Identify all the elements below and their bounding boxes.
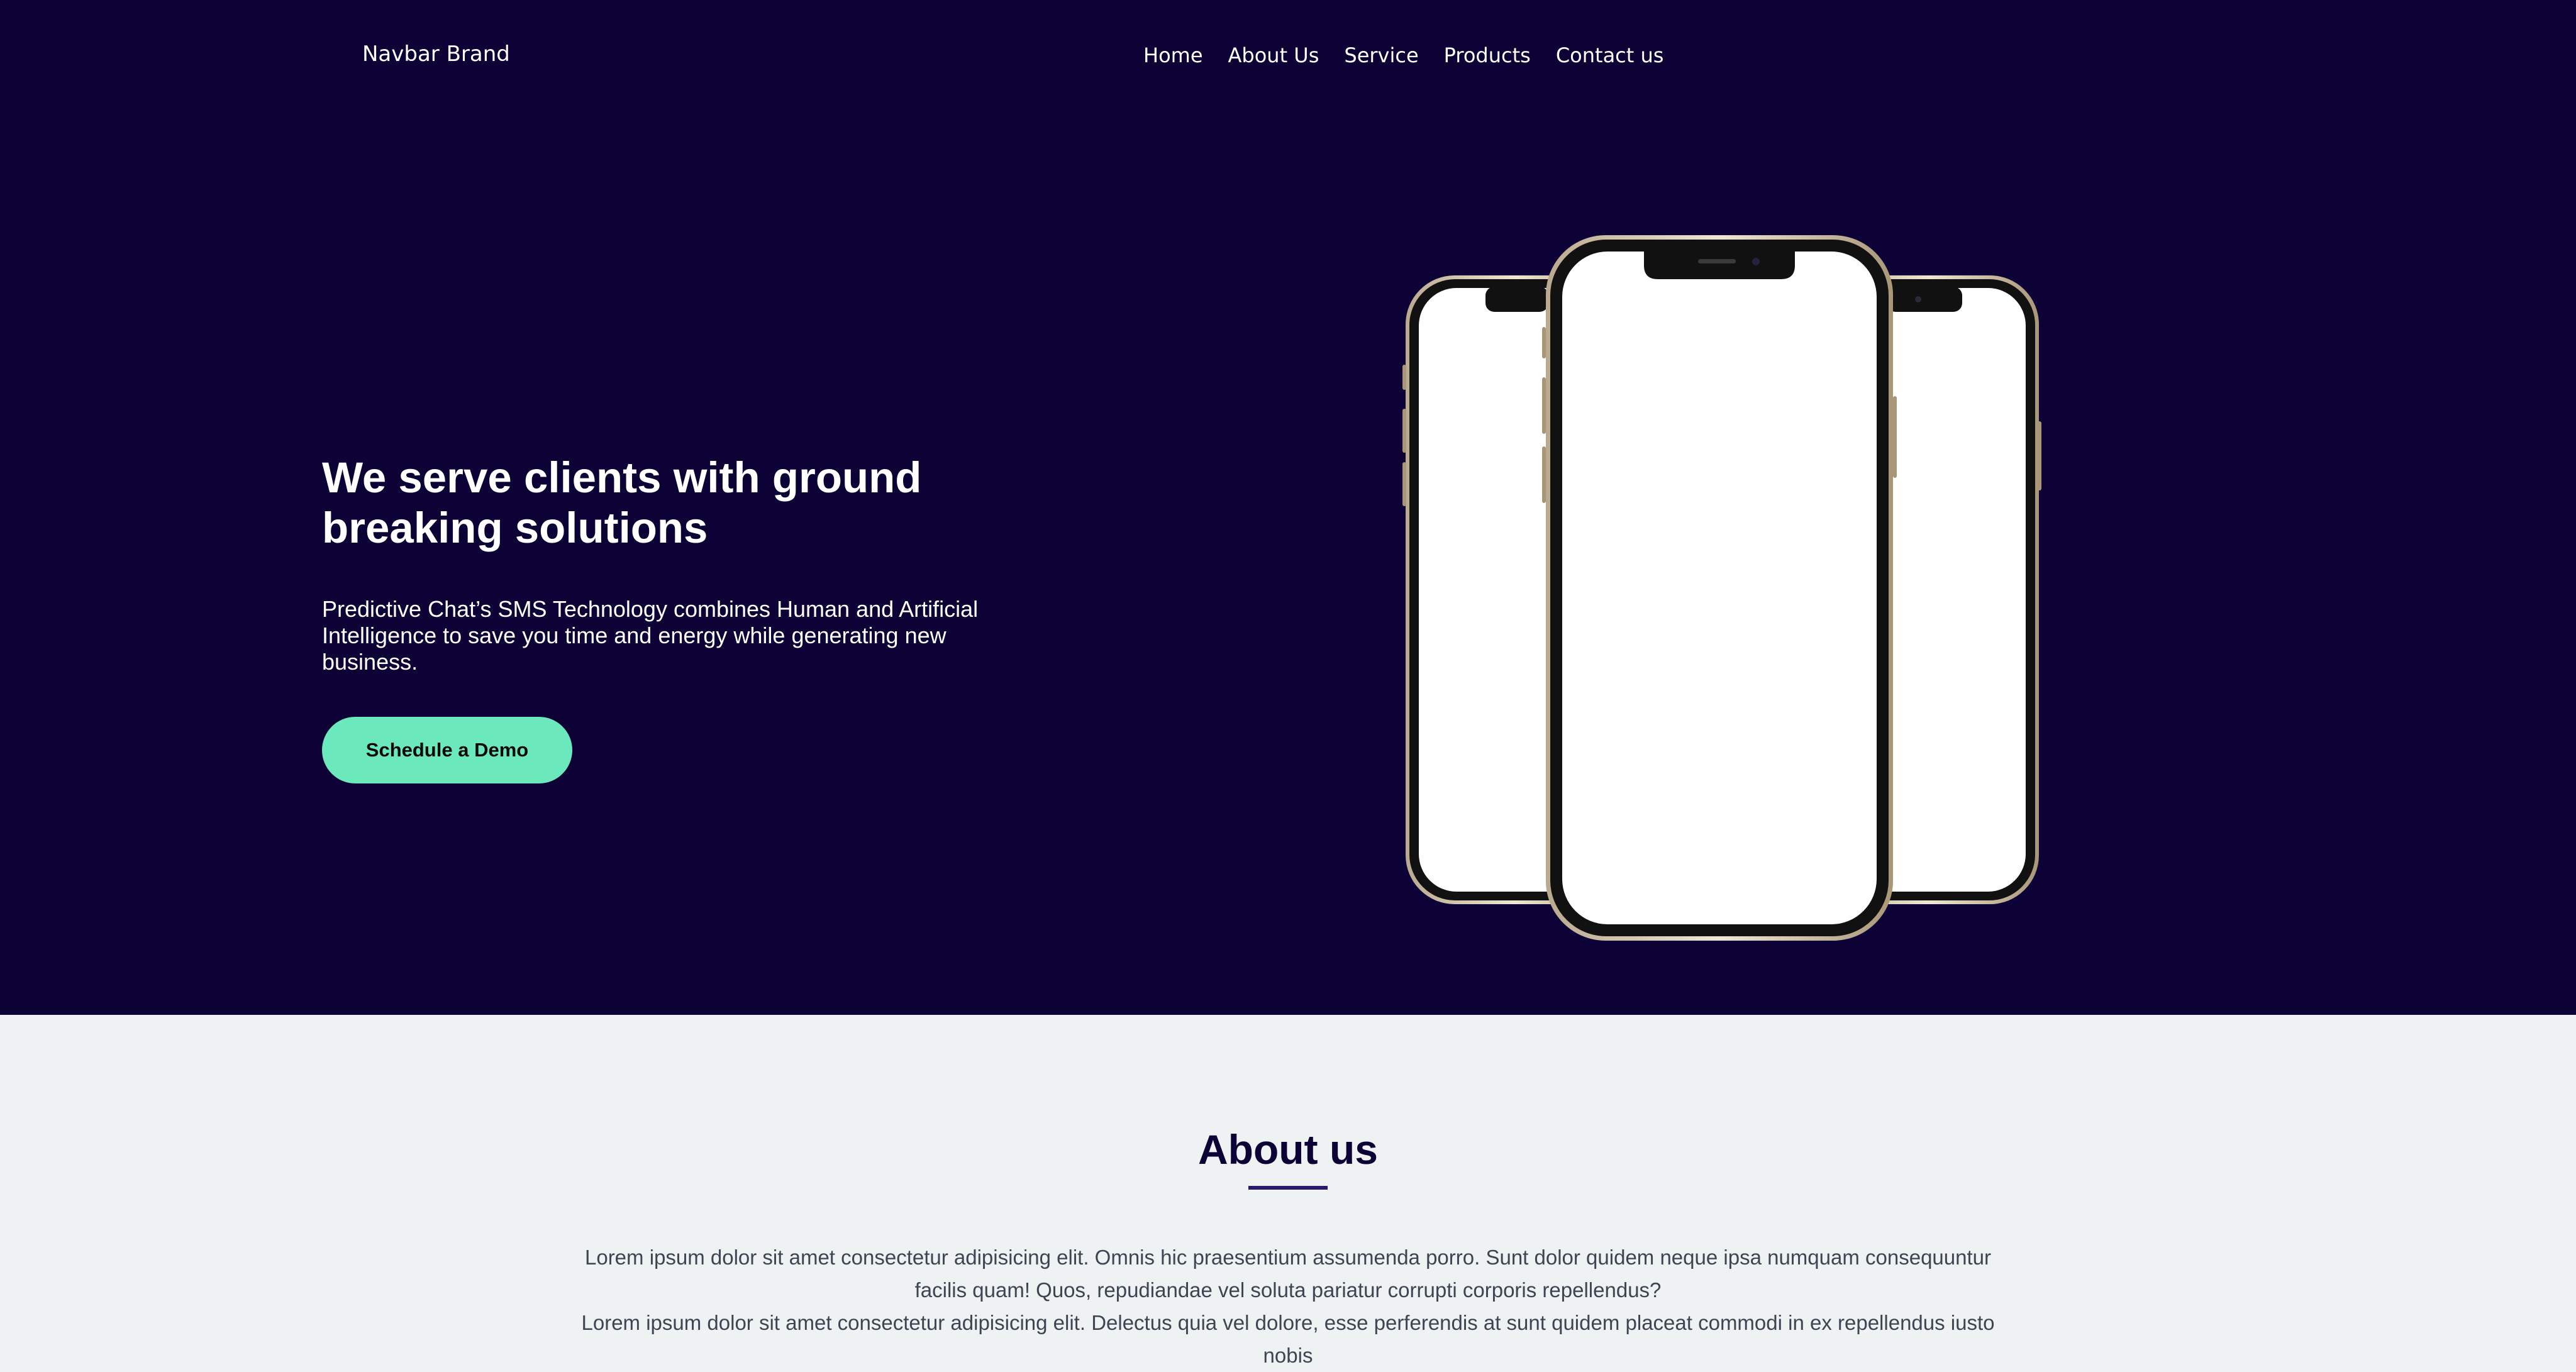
nav-link-service[interactable]: Service	[1344, 41, 1418, 69]
about-description: Lorem ipsum dolor sit amet consectetur a…	[566, 1241, 2010, 1372]
about-paragraph: Lorem ipsum dolor sit amet consectetur a…	[581, 1311, 1995, 1367]
phones-mockup-image	[1402, 235, 2041, 941]
about-title-underline	[1248, 1186, 1328, 1190]
schedule-demo-button[interactable]: Schedule a Demo	[322, 717, 572, 783]
main-nav: Home About Us Service Products Contact u…	[1143, 41, 1663, 69]
nav-link-home[interactable]: Home	[1143, 41, 1203, 69]
hero-description: Predictive Chat’s SMS Technology combine…	[322, 596, 979, 675]
about-section: About us Lorem ipsum dolor sit amet cons…	[0, 1015, 2576, 1367]
about-paragraph: Lorem ipsum dolor sit amet consectetur a…	[584, 1246, 1991, 1302]
nav-link-contact-us[interactable]: Contact us	[1556, 41, 1664, 69]
navbar-brand[interactable]: Navbar Brand	[362, 40, 510, 68]
hero-title: We serve clients with ground breaking so…	[322, 453, 922, 552]
about-title: About us	[1198, 1126, 1378, 1173]
hero-section: Navbar Brand Home About Us Service Produ…	[0, 0, 2576, 1015]
nav-link-products[interactable]: Products	[1444, 41, 1531, 69]
phone-center	[1542, 235, 1897, 941]
nav-link-about-us[interactable]: About Us	[1228, 41, 1319, 69]
